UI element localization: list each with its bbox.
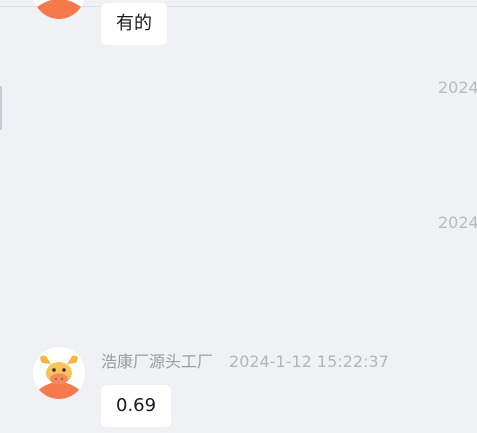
chat-message-list[interactable]: 有的 2024 2024 浩康厂源头工厂 2024-1-12 15:22:37 0…	[0, 0, 477, 433]
bull-avatar-icon[interactable]	[33, 347, 85, 399]
bull-avatar-icon[interactable]	[33, 0, 85, 19]
message-header: 浩康厂源头工厂 2024-1-12 15:22:37	[101, 348, 389, 372]
message-timestamp: 2024	[438, 78, 477, 97]
message-bubble[interactable]: 有的	[101, 3, 167, 45]
message-time: 2024-1-12 15:22:37	[229, 352, 389, 371]
message-timestamp: 2024	[438, 213, 477, 232]
message-bubble[interactable]: 0.69	[101, 385, 172, 427]
sender-name[interactable]: 浩康厂源头工厂	[101, 352, 213, 371]
left-edge-divider	[0, 86, 2, 130]
